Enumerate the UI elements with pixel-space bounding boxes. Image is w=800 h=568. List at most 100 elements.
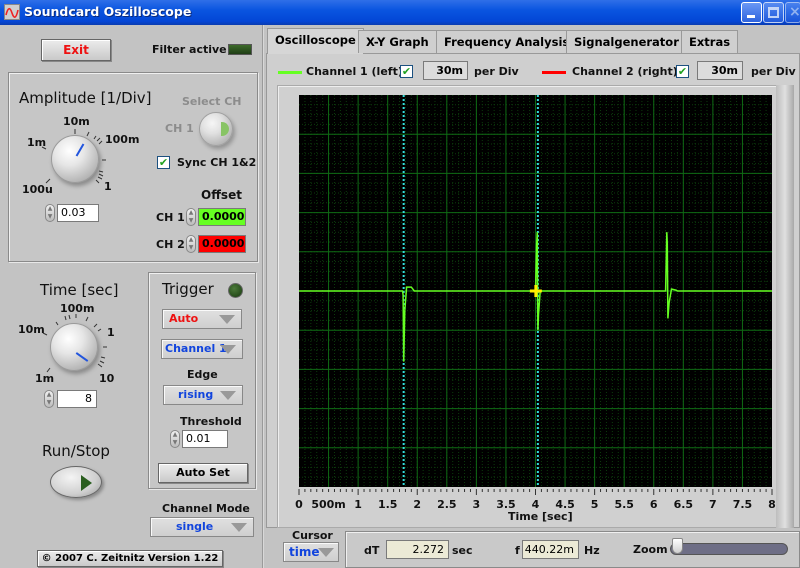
ch1-indicator-icon (221, 122, 229, 136)
zoom-slider[interactable] (670, 543, 788, 555)
offset-ch2-input[interactable]: 0.0000 (198, 235, 246, 253)
offset-ch1-input[interactable]: 0.0000 (198, 208, 246, 226)
runstop-button[interactable] (50, 466, 102, 498)
tab-frequency-analysis[interactable]: Frequency Analysis (436, 30, 578, 53)
offset-ch2-spinner[interactable]: ▲ ▼ (186, 235, 196, 253)
time-tick-100m: 100m (60, 302, 95, 315)
exit-button[interactable]: Exit (41, 39, 111, 61)
maximize-icon (768, 7, 779, 18)
ch1-legend-line (278, 71, 302, 74)
x-tick-label: 6 (650, 498, 658, 509)
time-spinner[interactable]: ▲ ▼ (44, 390, 54, 408)
window-title: Soundcard Oszilloscope (24, 4, 192, 19)
offset-ch2-label: CH 2 (156, 238, 185, 251)
x-tick-label: 1 (354, 498, 362, 509)
x-tick-label: 2 (413, 498, 421, 509)
x-axis-title: Time [sec] (508, 510, 573, 523)
chevron-down-icon (231, 523, 247, 532)
chevron-down-icon (220, 345, 236, 354)
time-tick-10: 10 (99, 372, 115, 385)
filter-active-label: Filter active (152, 43, 227, 56)
cursor-mode-value: time (289, 545, 320, 559)
divider (262, 25, 264, 568)
amp-tick-10m: 10m (63, 115, 90, 128)
tab-extras[interactable]: Extras (681, 30, 739, 53)
trigger-led (228, 283, 243, 298)
dt-value: 2.272 (386, 540, 449, 559)
threshold-input[interactable]: 0.01 (182, 430, 228, 448)
frequency-value: 440.22m (522, 540, 579, 559)
ch1-per-div-input[interactable]: 30m (423, 61, 468, 80)
offset-ch1-spinner[interactable]: ▲ ▼ (186, 208, 196, 226)
amp-tick-100m: 100m (105, 133, 140, 146)
frequency-label: f (515, 544, 520, 557)
minimize-button[interactable] (741, 2, 762, 23)
chevron-down-icon (318, 548, 334, 557)
amplitude-title: Amplitude [1/Div] (19, 89, 152, 107)
maximize-button[interactable] (763, 2, 784, 23)
zoom-label: Zoom (633, 543, 668, 556)
ch2-label: Channel 2 (right) (572, 65, 678, 78)
x-tick-label: 500m (311, 498, 345, 509)
x-tick-label: 5.5 (614, 498, 634, 509)
trigger-channel-dropdown[interactable]: Channel 1 (161, 339, 243, 359)
ch2-per-div-input[interactable]: 30m (697, 61, 743, 80)
channel-mode-value: single (176, 520, 214, 533)
ch2-legend-line (542, 71, 566, 74)
dt-unit: sec (452, 544, 473, 557)
time-tick-1: 1 (107, 326, 115, 339)
ch1-label: Channel 1 (left) (306, 65, 403, 78)
time-value-input[interactable]: 8 (57, 390, 97, 408)
select-ch-label: Select CH (182, 95, 242, 108)
zoom-slider-thumb[interactable] (672, 538, 683, 554)
x-tick-label: 7.5 (733, 498, 753, 509)
channel-mode-dropdown[interactable]: single (150, 517, 254, 537)
time-tick-1m: 1m (35, 372, 55, 385)
trigger-edge-dropdown[interactable]: rising (163, 385, 243, 405)
ch2-checkbox[interactable]: ✔ (676, 65, 689, 78)
ch2-per-div-label: per Div (751, 65, 796, 78)
tab-xy-graph[interactable]: X-Y Graph (358, 30, 437, 53)
amplitude-spinner[interactable]: ▲ ▼ (45, 204, 55, 222)
waveform-app-icon (4, 4, 20, 20)
edge-label: Edge (187, 368, 218, 381)
filter-active-led (228, 44, 252, 55)
x-tick-label: 3.5 (496, 498, 516, 509)
select-ch-knob[interactable] (199, 112, 233, 146)
oscilloscope-plot[interactable] (299, 95, 772, 487)
trigger-mode-dropdown[interactable]: Auto (162, 309, 242, 329)
minimize-icon (747, 15, 755, 18)
ch1-per-div-label: per Div (474, 65, 519, 78)
chevron-down-icon (219, 315, 235, 324)
close-icon: × (789, 4, 800, 20)
close-button[interactable]: × (785, 2, 800, 23)
title-bar: Soundcard Oszilloscope × (0, 0, 800, 25)
auto-set-button[interactable]: Auto Set (158, 463, 248, 483)
amp-tick-1: 1 (104, 180, 112, 193)
frequency-unit: Hz (584, 544, 600, 557)
x-tick-label: 1.5 (378, 498, 398, 509)
ch1-checkbox[interactable]: ✔ (400, 65, 413, 78)
version-label: © 2007 C. Zeitnitz Version 1.22 (37, 550, 223, 567)
x-tick-label: 6.5 (674, 498, 694, 509)
tab-signalgenerator[interactable]: Signalgenerator (566, 30, 687, 53)
amplitude-value-input[interactable]: 0.03 (57, 204, 99, 222)
x-tick-label: 4 (532, 498, 540, 509)
tab-oscilloscope[interactable]: Oscilloscope (267, 28, 364, 54)
runstop-label: Run/Stop (42, 442, 110, 460)
x-tick-label: 8 (768, 498, 776, 509)
sync-label: Sync CH 1&2 (177, 156, 257, 169)
x-tick-label: 0 (295, 498, 303, 509)
select-ch-current: CH 1 (165, 122, 194, 135)
sync-checkbox[interactable]: ✔ (157, 156, 170, 169)
offset-ch1-label: CH 1 (156, 211, 185, 224)
amplitude-title-text: Amplitude [1/Div] (19, 89, 152, 107)
cursor-mode-dropdown[interactable]: time (283, 542, 339, 562)
trigger-mode-value: Auto (169, 312, 199, 325)
threshold-spinner[interactable]: ▲ ▼ (170, 430, 180, 448)
time-tick-10m: 10m (18, 323, 45, 336)
x-tick-label: 3 (473, 498, 481, 509)
crosshair-v (534, 285, 538, 297)
dt-label: dT (364, 544, 380, 557)
trigger-channel-value: Channel 1 (165, 342, 227, 355)
